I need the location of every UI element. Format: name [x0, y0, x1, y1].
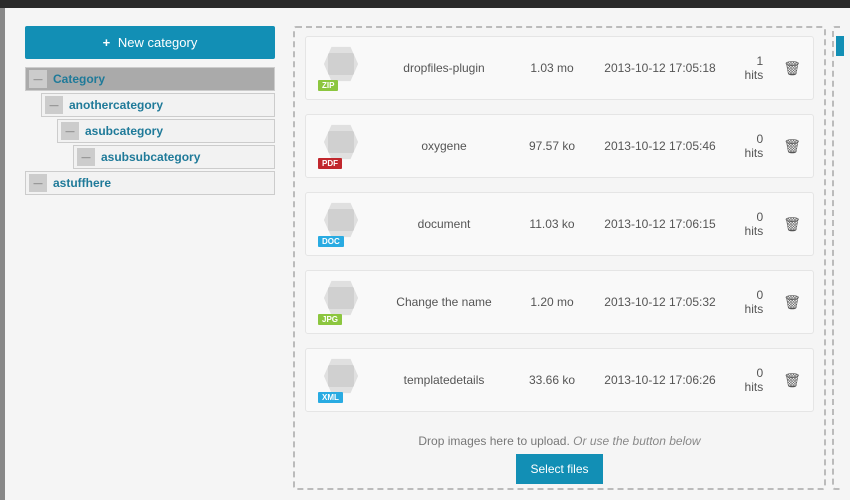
tree-item-label: asubsubcategory: [101, 150, 200, 164]
file-date: 2013-10-12 17:05:46: [590, 139, 730, 153]
file-name: oxygene: [374, 139, 514, 153]
file-date: 2013-10-12 17:05:18: [590, 61, 730, 75]
trash-icon[interactable]: 🗑: [783, 138, 801, 155]
collapse-icon[interactable]: —: [29, 70, 47, 88]
collapse-icon[interactable]: —: [45, 96, 63, 114]
file-row[interactable]: JPG Change the name 1.20 mo 2013-10-12 17:0…: [305, 270, 814, 334]
new-category-label: New category: [118, 35, 197, 50]
upload-hint: Drop images here to upload. Or use the b…: [305, 434, 814, 448]
file-type-icon: JPG: [318, 281, 366, 323]
tree-item-label: anothercategory: [69, 98, 163, 112]
tree-root[interactable]: — Category: [25, 67, 275, 91]
file-type-badge: JPG: [318, 314, 342, 325]
file-name: templatedetails: [374, 373, 514, 387]
file-type-icon: ZIP: [318, 47, 366, 89]
select-files-button[interactable]: Select files: [516, 454, 602, 484]
trash-icon[interactable]: 🗑: [783, 372, 801, 389]
file-list: ZIP dropfiles-plugin 1.03 mo 2013-10-12 17:…: [305, 36, 814, 412]
file-size: 1.03 mo: [522, 61, 582, 75]
new-category-button[interactable]: + New category: [25, 26, 275, 59]
collapse-icon[interactable]: —: [29, 174, 47, 192]
file-hits: 0 hits: [738, 366, 763, 394]
file-hits: 0 hits: [738, 288, 763, 316]
file-row[interactable]: XML templatedetails 33.66 ko 2013-10-12 17:…: [305, 348, 814, 412]
file-type-badge: DOC: [318, 236, 344, 247]
file-hits: 0 hits: [738, 210, 763, 238]
file-hits: 0 hits: [738, 132, 763, 160]
plus-icon: +: [103, 35, 111, 50]
collapse-icon[interactable]: —: [77, 148, 95, 166]
file-row[interactable]: DOC document 11.03 ko 2013-10-12 17:06:15 0 …: [305, 192, 814, 256]
file-name: document: [374, 217, 514, 231]
trash-icon[interactable]: 🗑: [783, 60, 801, 77]
tree-root-label: Category: [53, 72, 105, 86]
side-action-button[interactable]: [836, 36, 844, 56]
file-type-badge: XML: [318, 392, 343, 403]
trash-icon[interactable]: 🗑: [783, 294, 801, 311]
file-row[interactable]: PDF oxygene 97.57 ko 2013-10-12 17:05:46 0 h…: [305, 114, 814, 178]
collapse-icon[interactable]: —: [61, 122, 79, 140]
file-type-icon: XML: [318, 359, 366, 401]
file-hits: 1 hits: [738, 54, 763, 82]
file-name: Change the name: [374, 295, 514, 309]
tree-item-label: asubcategory: [85, 124, 163, 138]
file-date: 2013-10-12 17:05:32: [590, 295, 730, 309]
file-date: 2013-10-12 17:06:26: [590, 373, 730, 387]
tree-item-asubcategory[interactable]: — asubcategory: [57, 119, 275, 143]
side-dropzone: [832, 26, 840, 490]
file-size: 11.03 ko: [522, 217, 582, 231]
category-tree: — Category — anothercategory —: [25, 67, 275, 195]
file-type-icon: DOC: [318, 203, 366, 245]
file-date: 2013-10-12 17:06:15: [590, 217, 730, 231]
file-row[interactable]: ZIP dropfiles-plugin 1.03 mo 2013-10-12 17:…: [305, 36, 814, 100]
tree-item-anothercategory[interactable]: — anothercategory: [41, 93, 275, 117]
tree-item-astuffhere[interactable]: — astuffhere: [25, 171, 275, 195]
file-dropzone[interactable]: ZIP dropfiles-plugin 1.03 mo 2013-10-12 17:…: [293, 26, 826, 490]
file-type-icon: PDF: [318, 125, 366, 167]
file-size: 33.66 ko: [522, 373, 582, 387]
file-size: 97.57 ko: [522, 139, 582, 153]
trash-icon[interactable]: 🗑: [783, 216, 801, 233]
file-name: dropfiles-plugin: [374, 61, 514, 75]
file-size: 1.20 mo: [522, 295, 582, 309]
tree-item-label: astuffhere: [53, 176, 111, 190]
file-type-badge: PDF: [318, 158, 342, 169]
file-type-badge: ZIP: [318, 80, 338, 91]
tree-item-asubsubcategory[interactable]: — asubsubcategory: [73, 145, 275, 169]
sidebar: + New category — Category — anothercateg…: [25, 26, 275, 490]
